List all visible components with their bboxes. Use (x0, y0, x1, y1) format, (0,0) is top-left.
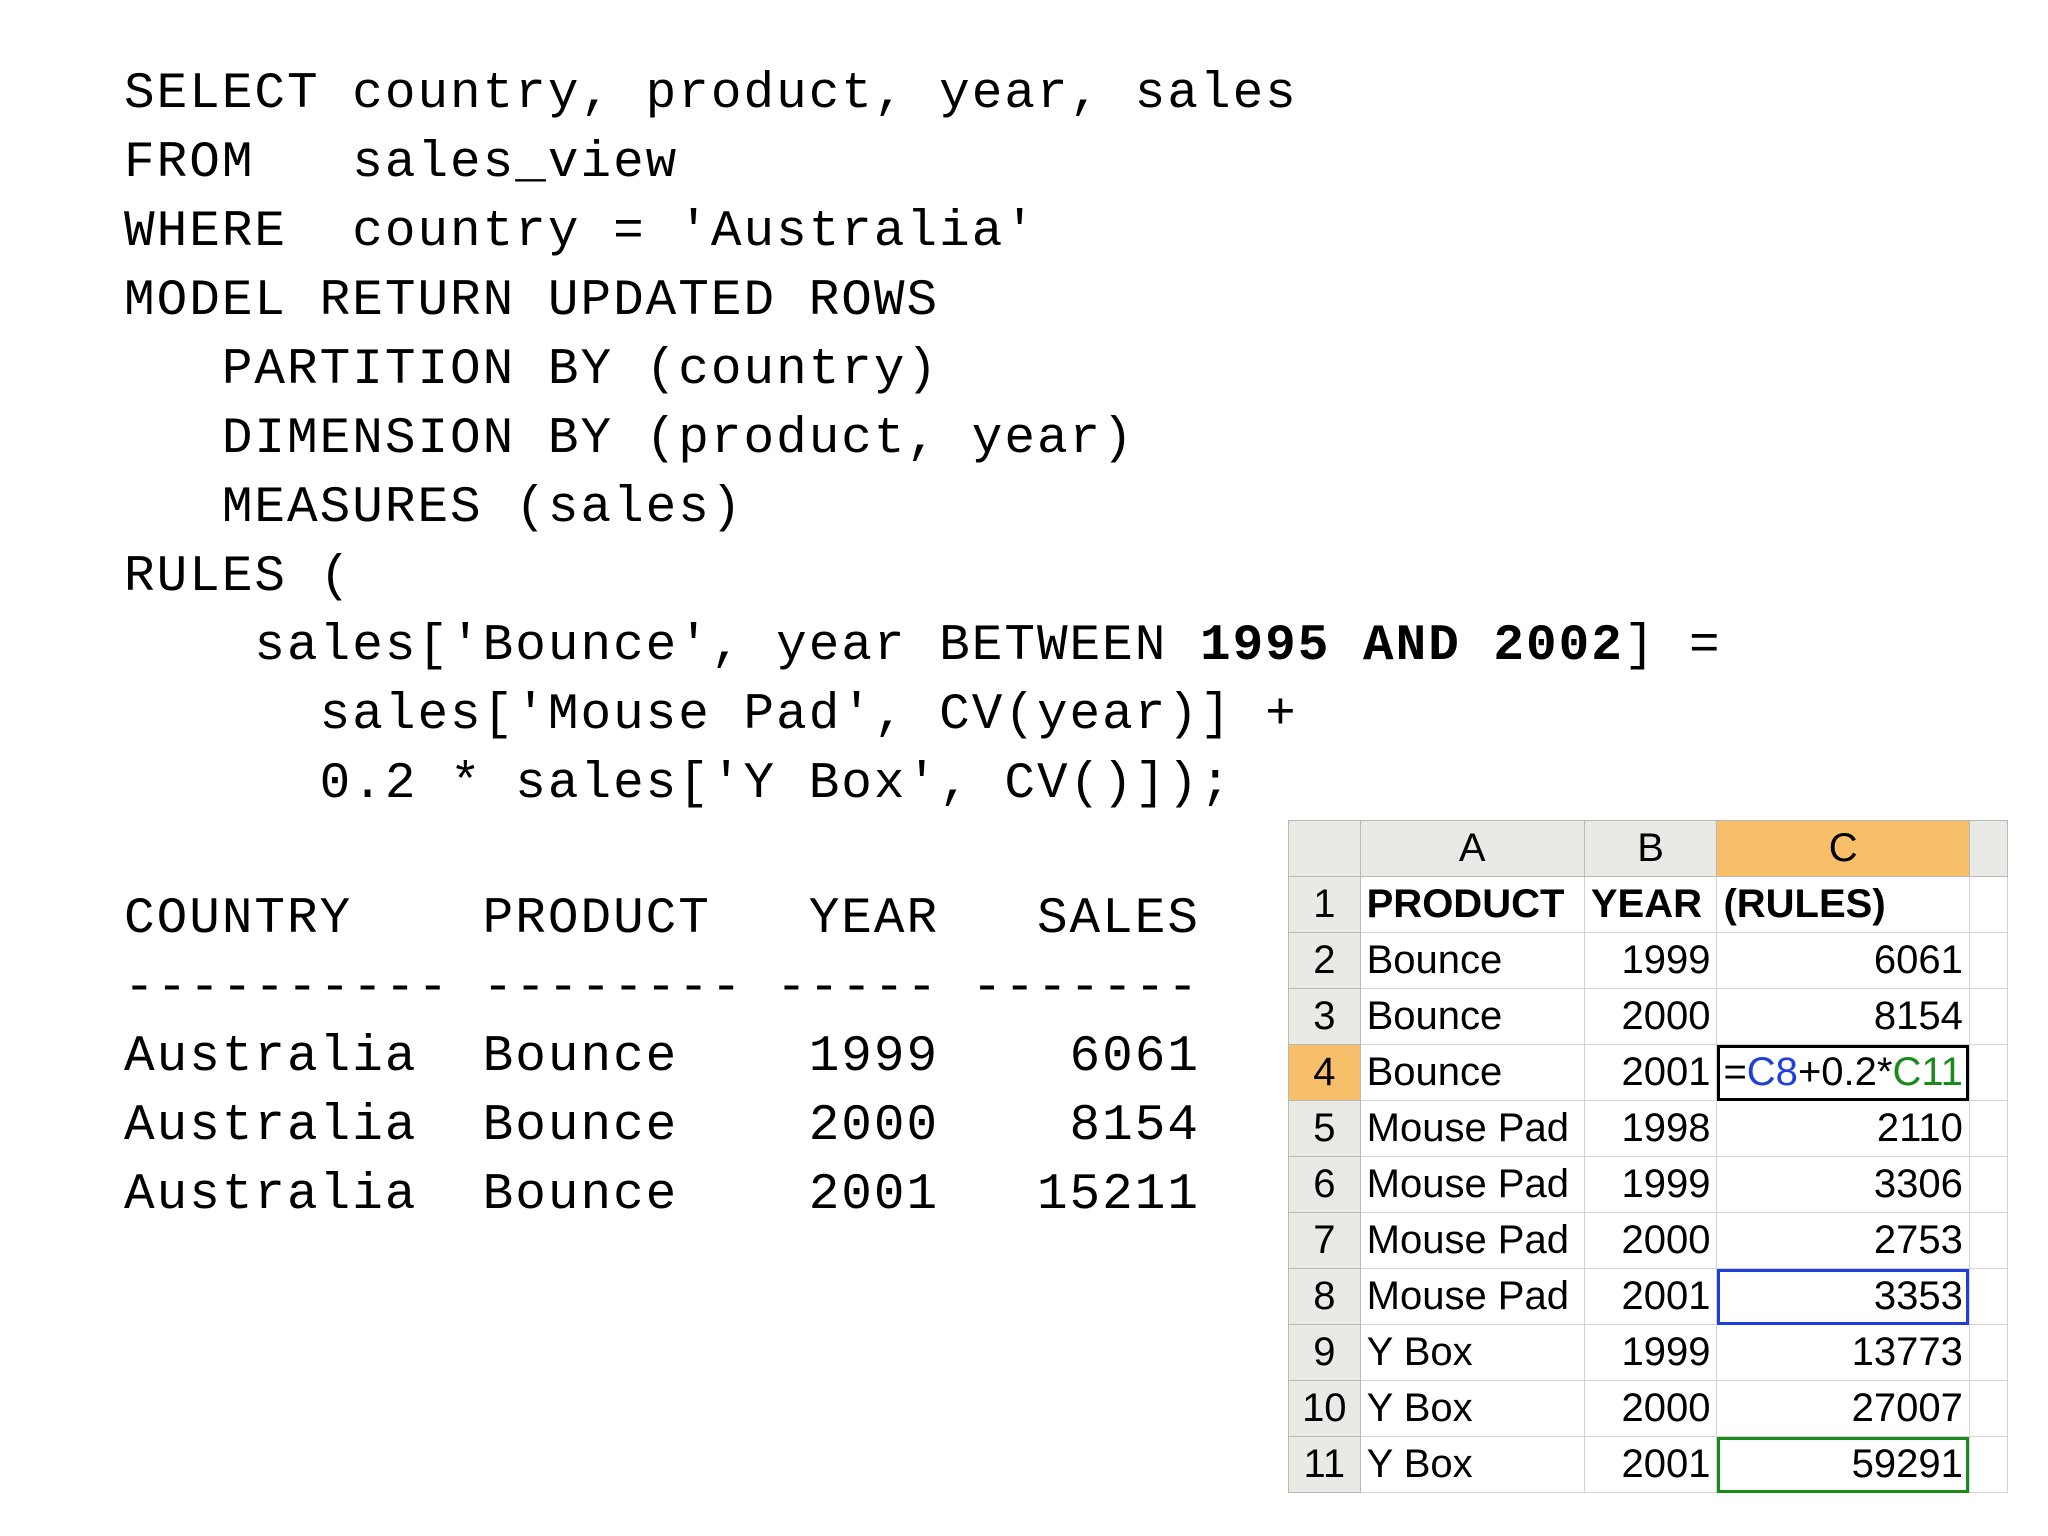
cell-year[interactable]: 1999 (1583, 932, 1718, 989)
cell-rules-header[interactable]: (RULES) (1716, 876, 1970, 933)
select-all-corner[interactable] (1288, 820, 1361, 877)
formula-part: C8 (1746, 1050, 1798, 1094)
cell-product[interactable]: Mouse Pad (1359, 1100, 1585, 1157)
cell-year[interactable]: 2001 (1583, 1044, 1718, 1101)
cell-product[interactable]: Y Box (1359, 1324, 1585, 1381)
sql-query: SELECT country, product, year, sales FRO… (124, 60, 1722, 819)
sheet-row: 5 Mouse Pad 1998 2110 (1288, 1100, 2008, 1157)
sql-line: PARTITION BY (country) (124, 342, 940, 399)
cell-sales[interactable]: 6061 (1716, 932, 1970, 989)
formula-part: C11 (1892, 1050, 1963, 1094)
row-header[interactable]: 2 (1288, 932, 1361, 989)
cell-year[interactable]: 2000 (1583, 1212, 1718, 1269)
cell-active-formula[interactable]: =C8+0.2*C11 (1716, 1044, 1970, 1101)
cell-sales[interactable]: 13773 (1716, 1324, 1970, 1381)
sql-line: ] = (1623, 618, 1722, 675)
sql-line: sales['Mouse Pad', CV(year)] + (124, 687, 1298, 744)
sheet-row: 1 PRODUCT YEAR (RULES) (1288, 876, 2008, 933)
cell-empty[interactable] (1968, 1212, 2008, 1269)
cell-product[interactable]: Y Box (1359, 1436, 1585, 1493)
row-header[interactable]: 9 (1288, 1324, 1361, 1381)
cell-year[interactable]: 2000 (1583, 988, 1718, 1045)
cell-empty[interactable] (1968, 1100, 2008, 1157)
cell-empty[interactable] (1968, 1324, 2008, 1381)
result-row: Australia Bounce 2000 8154 (124, 1098, 1200, 1155)
result-row: Australia Bounce 1999 6061 (124, 1029, 1200, 1086)
cell-sales[interactable]: 3353 (1716, 1268, 1970, 1325)
sheet-row: 9Y Box 1999 13773 (1288, 1324, 2008, 1381)
cell-empty[interactable] (1968, 1044, 2008, 1101)
sql-line: 0.2 * sales['Y Box', CV()]); (124, 756, 1233, 813)
cell-sales[interactable]: 2110 (1716, 1100, 1970, 1157)
sheet-row: 11 Y Box 2001 59291 (1288, 1436, 2008, 1493)
row-header[interactable]: 11 (1288, 1436, 1361, 1493)
spreadsheet: A B C 1 PRODUCT YEAR (RULES) 2 Bounce 1999 6061… (1288, 820, 2008, 1500)
cell-sales[interactable]: 3306 (1716, 1156, 1970, 1213)
cell-sales[interactable]: 27007 (1716, 1380, 1970, 1437)
sql-line: RULES ( (124, 549, 353, 606)
column-header-a[interactable]: A (1359, 820, 1585, 877)
sql-line: SELECT country, product, year, sales (124, 66, 1298, 123)
cell-empty[interactable] (1968, 932, 2008, 989)
column-header-c[interactable]: C (1716, 820, 1970, 877)
query-result: COUNTRY PRODUCT YEAR SALES ---------- --… (124, 885, 1200, 1230)
sql-line: DIMENSION BY (product, year) (124, 411, 1135, 468)
cell-empty[interactable] (1968, 1268, 2008, 1325)
sql-line: WHERE country = 'Australia' (124, 204, 1037, 261)
row-header[interactable]: 1 (1288, 876, 1361, 933)
sheet-row: 10 Y Box 2000 27007 (1288, 1380, 2008, 1437)
sql-line: MEASURES (sales) (124, 480, 744, 537)
cell-product[interactable]: Bounce (1359, 1044, 1585, 1101)
sheet-row: 7 Mouse Pad 2000 2753 (1288, 1212, 2008, 1269)
sql-line: MODEL RETURN UPDATED ROWS (124, 273, 940, 330)
row-header[interactable]: 4 (1288, 1044, 1361, 1101)
row-header[interactable]: 7 (1288, 1212, 1361, 1269)
sheet-row: 2 Bounce 1999 6061 (1288, 932, 2008, 989)
cell-sales[interactable]: 2753 (1716, 1212, 1970, 1269)
result-divider: ---------- -------- ----- ------- (124, 960, 1200, 1017)
spreadsheet-grid: A B C 1 PRODUCT YEAR (RULES) 2 Bounce 1999 6061… (1288, 820, 2008, 1493)
sheet-row: 8 Mouse Pad 2001 3353 (1288, 1268, 2008, 1325)
cell-product[interactable]: Bounce (1359, 932, 1585, 989)
cell-empty[interactable] (1968, 988, 2008, 1045)
column-header-b[interactable]: B (1583, 820, 1718, 877)
formula-part: +0.2* (1797, 1050, 1893, 1094)
row-header[interactable]: 10 (1288, 1380, 1361, 1437)
row-header[interactable]: 5 (1288, 1100, 1361, 1157)
cell-product[interactable]: Y Box (1359, 1380, 1585, 1437)
cell-product[interactable]: Mouse Pad (1359, 1212, 1585, 1269)
cell-empty[interactable] (1968, 1156, 2008, 1213)
cell-empty[interactable] (1968, 1436, 2008, 1493)
cell-product[interactable]: Mouse Pad (1359, 1268, 1585, 1325)
result-header: COUNTRY PRODUCT YEAR SALES (124, 891, 1200, 948)
cell-sales[interactable]: 8154 (1716, 988, 1970, 1045)
sheet-row: 4 Bounce 2001 =C8+0.2*C11 (1288, 1044, 2008, 1101)
sql-bold-range: 1995 AND 2002 (1199, 618, 1624, 675)
cell-product[interactable]: PRODUCT (1359, 876, 1585, 933)
cell-product[interactable]: Mouse Pad (1359, 1156, 1585, 1213)
column-header-d[interactable] (1968, 820, 2008, 877)
sql-line: FROM sales_view (124, 135, 679, 192)
row-header[interactable]: 3 (1288, 988, 1361, 1045)
row-header[interactable]: 8 (1288, 1268, 1361, 1325)
cell-year[interactable]: 1998 (1583, 1100, 1718, 1157)
cell-year[interactable]: 2001 (1583, 1268, 1718, 1325)
cell-year[interactable]: 1999 (1583, 1156, 1718, 1213)
row-header[interactable]: 6 (1288, 1156, 1361, 1213)
cell-product[interactable]: Bounce (1359, 988, 1585, 1045)
sheet-row: 3 Bounce 2000 8154 (1288, 988, 2008, 1045)
sheet-row: 6 Mouse Pad 1999 3306 (1288, 1156, 2008, 1213)
cell-empty[interactable] (1968, 876, 2008, 933)
result-row: Australia Bounce 2001 15211 (124, 1167, 1200, 1224)
cell-empty[interactable] (1968, 1380, 2008, 1437)
cell-sales[interactable]: 59291 (1716, 1436, 1970, 1493)
cell-year[interactable]: 1999 (1583, 1324, 1718, 1381)
sql-line: sales['Bounce', year BETWEEN (124, 618, 1200, 675)
cell-year[interactable]: YEAR (1583, 876, 1718, 933)
cell-year[interactable]: 2000 (1583, 1380, 1718, 1437)
cell-year[interactable]: 2001 (1583, 1436, 1718, 1493)
formula-part: = (1723, 1050, 1747, 1094)
